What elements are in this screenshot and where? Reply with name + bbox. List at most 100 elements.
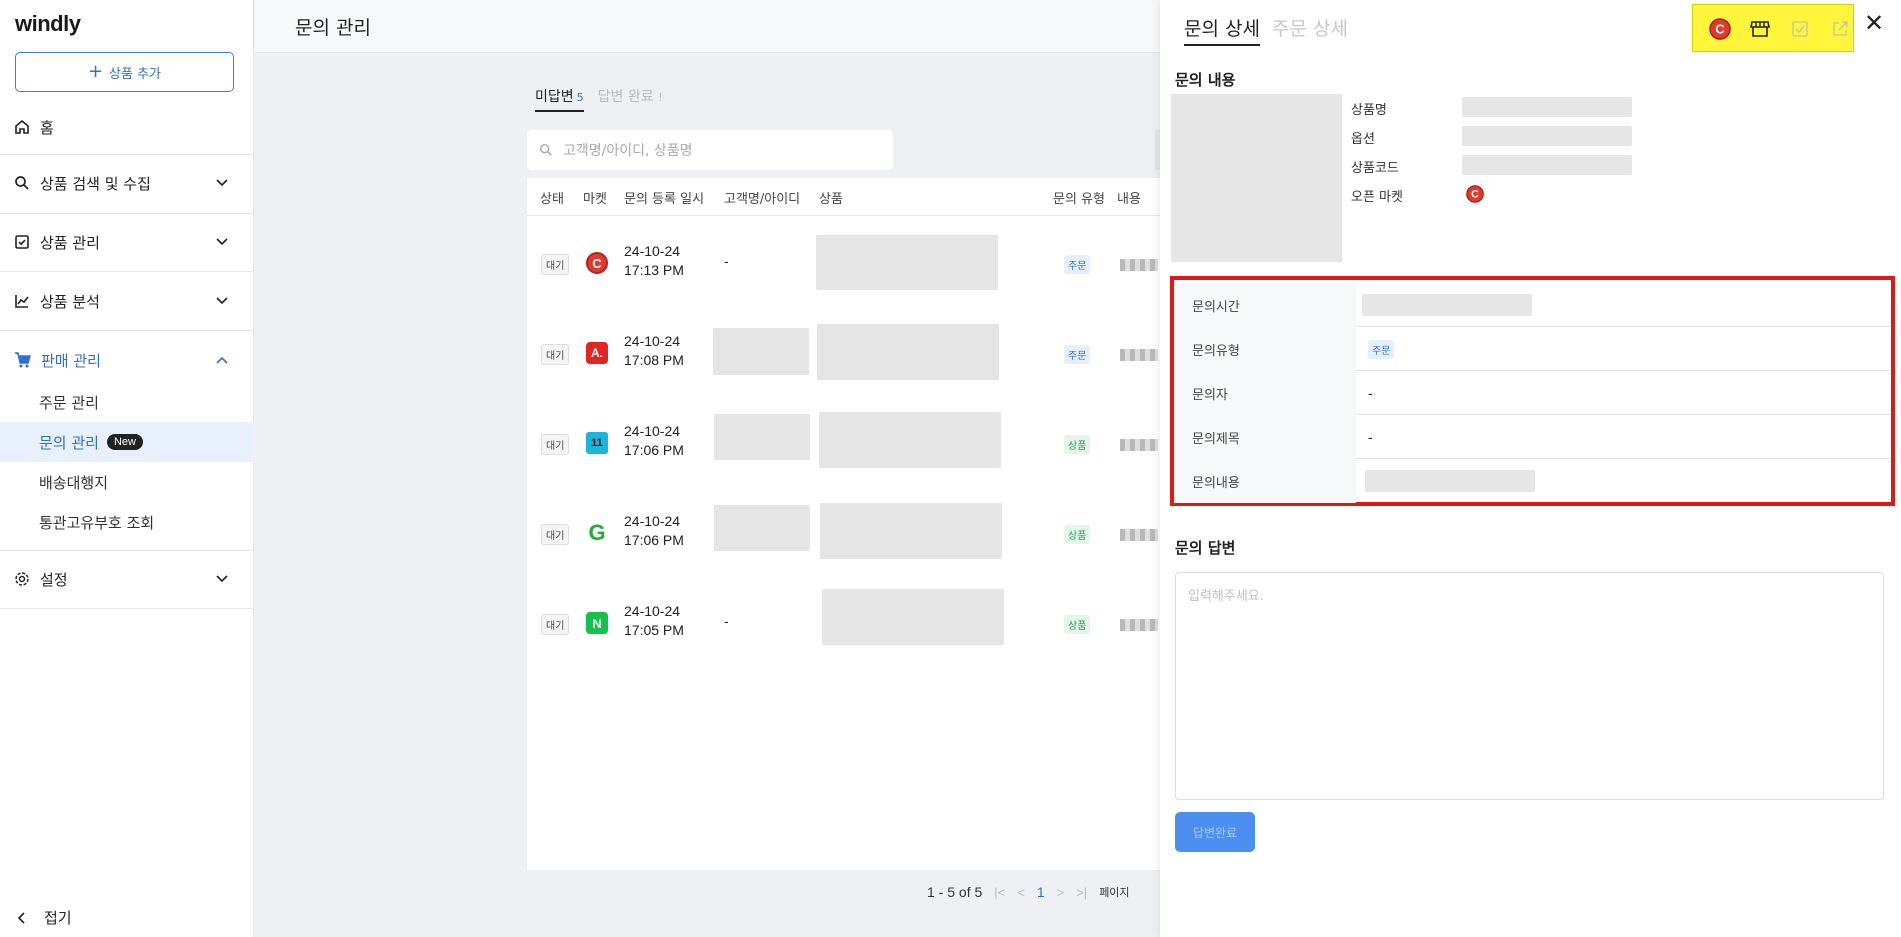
table-row[interactable]: 대기 11 24-10-24 17:06 PM 상품 — [527, 397, 1167, 487]
content-preview — [1120, 529, 1158, 541]
search-icon — [15, 176, 29, 190]
sidebar: windly + 상품 추가 홈 상품 검색 및 수집 상품 관리 상품 분석 … — [0, 0, 254, 937]
new-badge: New — [106, 434, 143, 450]
sidebar-item-inquiries[interactable]: 문의 관리 New — [0, 422, 254, 462]
status-badge: 대기 — [541, 614, 570, 635]
close-icon[interactable]: ✕ — [1864, 12, 1884, 36]
col-content: 내용 — [1117, 192, 1141, 207]
status-badge: 대기 — [541, 434, 570, 455]
tab-answered[interactable]: 답변 완료 ! — [598, 86, 663, 112]
market-auction-icon: A. — [586, 342, 608, 364]
prev-page-icon[interactable]: < — [1017, 885, 1025, 900]
nav-sales-label: 판매 관리 — [41, 351, 101, 370]
chart-line-icon — [15, 295, 29, 308]
market-naver-icon: N — [586, 612, 608, 634]
tab-unanswered-count: 5 — [576, 91, 584, 104]
tab-unanswered-label: 미답변 — [535, 89, 574, 105]
gear-icon — [15, 572, 29, 586]
customer-id — [713, 328, 809, 375]
nav-home[interactable]: 홈 — [0, 98, 254, 156]
tab-answered-label: 답변 완료 — [597, 89, 654, 105]
add-product-button[interactable]: + 상품 추가 — [15, 52, 234, 92]
col-market: 마켓 — [583, 192, 607, 207]
detail-value: - — [1368, 385, 1373, 401]
add-product-label: 상품 추가 — [109, 66, 162, 82]
sidebar-item-label: 배송대행지 — [39, 473, 109, 492]
last-page-icon[interactable]: >| — [1076, 885, 1087, 900]
collapse-button[interactable]: 접기 — [18, 907, 72, 928]
chevron-down-icon — [216, 297, 228, 305]
nav-product-manage[interactable]: 상품 관리 — [0, 213, 254, 271]
search-input[interactable]: 고객명/아이디, 상품명 — [527, 130, 893, 170]
answer-textarea[interactable]: 입력해주세요. — [1175, 572, 1884, 800]
submit-answer-button[interactable]: 답변완료 — [1175, 812, 1255, 852]
detail-panel: 문의 상세 주문 상세 C ✕ 문의 내용 상품명 옵션 상품코드 오픈 마켓 … — [1160, 0, 1901, 937]
inquiry-date: 24-10-24 17:06 PM — [624, 423, 684, 458]
customer-id: - — [724, 613, 729, 629]
option-value — [1462, 126, 1632, 146]
type-badge: 상품 — [1064, 525, 1091, 544]
table-row[interactable]: 대기 A. 24-10-24 17:08 PM 주문 — [527, 307, 1167, 397]
nav-product-analysis-label: 상품 분석 — [40, 292, 100, 311]
chevron-down-icon — [216, 575, 228, 583]
content-preview — [1120, 619, 1158, 631]
tab-inquiry-detail[interactable]: 문의 상세 — [1184, 14, 1260, 46]
first-page-icon[interactable]: |< — [994, 885, 1005, 900]
sidebar-item-shipping[interactable]: 배송대행지 — [0, 462, 254, 502]
product-name-value — [1462, 97, 1632, 117]
nav-search[interactable]: 상품 검색 및 수집 — [0, 154, 254, 212]
col-customer: 고객명/아이디 — [724, 192, 801, 207]
checkbox-icon[interactable] — [1788, 17, 1812, 41]
type-badge: 상품 — [1064, 435, 1091, 454]
type-badge: 주문 — [1368, 339, 1395, 359]
store-icon[interactable] — [1748, 17, 1772, 41]
inquiry-date: 24-10-24 17:13 PM — [624, 243, 684, 278]
section-inquiry-answer: 문의 답변 — [1175, 539, 1236, 557]
chevron-down-icon — [216, 179, 228, 187]
sidebar-item-label: 주문 관리 — [39, 393, 99, 412]
tab-unanswered[interactable]: 미답변 5 — [535, 86, 584, 112]
nav-sales[interactable]: 판매 관리 — [0, 331, 254, 389]
tab-order-detail[interactable]: 주문 상세 — [1272, 14, 1348, 41]
external-link-icon[interactable] — [1828, 17, 1852, 41]
detail-row-body: 문의내용 — [1174, 459, 1891, 503]
nav-product-analysis[interactable]: 상품 분석 — [0, 272, 254, 330]
nav-home-label: 홈 — [40, 118, 54, 137]
inquiry-tabs: 미답변 5 답변 완료 ! — [535, 86, 663, 112]
detail-row-asker: 문의자 - — [1174, 371, 1891, 415]
nav-settings[interactable]: 설정 — [0, 550, 254, 608]
detail-row-type: 문의유형 주문 — [1174, 327, 1891, 371]
page-size-select[interactable]: 페이지 — [1099, 884, 1129, 900]
chevron-down-icon — [216, 238, 228, 246]
detail-label: 문의시간 — [1174, 283, 1356, 327]
next-page-icon[interactable]: > — [1057, 885, 1065, 900]
product-thumb — [819, 412, 1001, 468]
nav-product-manage-label: 상품 관리 — [40, 233, 100, 252]
sidebar-item-customs[interactable]: 통관고유부호 조회 — [0, 502, 254, 542]
market-coupang-icon: C — [586, 252, 608, 274]
product-thumb — [816, 235, 998, 290]
detail-value: - — [1368, 429, 1373, 445]
sidebar-item-label: 통관고유부호 조회 — [39, 513, 155, 532]
status-badge: 대기 — [541, 254, 570, 275]
search-placeholder: 고객명/아이디, 상품명 — [563, 143, 693, 159]
chevron-left-icon — [18, 911, 25, 924]
table-row[interactable]: 대기 C 24-10-24 17:13 PM - 주문 — [527, 217, 1167, 307]
sidebar-item-label: 문의 관리 — [39, 433, 99, 452]
sidebar-item-orders[interactable]: 주문 관리 — [0, 382, 254, 422]
detail-value: 주문 — [1368, 327, 1395, 371]
detail-row-subject: 문의제목 - — [1174, 415, 1891, 459]
table-row[interactable]: 대기 N 24-10-24 17:05 PM - 상품 — [527, 577, 1167, 667]
svg-text:C: C — [1715, 22, 1725, 37]
product-code-value — [1462, 155, 1632, 175]
coupang-icon[interactable]: C — [1708, 17, 1732, 41]
detail-label: 문의유형 — [1174, 327, 1356, 371]
customer-id: - — [724, 253, 729, 269]
type-badge: 상품 — [1064, 615, 1091, 634]
nav-search-label: 상품 검색 및 수집 — [40, 174, 151, 193]
page-number[interactable]: 1 — [1037, 884, 1045, 900]
clipboard-check-icon — [15, 235, 29, 249]
inquiry-date: 24-10-24 17:05 PM — [624, 603, 684, 638]
detail-value — [1362, 283, 1532, 327]
table-row[interactable]: 대기 G 24-10-24 17:06 PM 상품 — [527, 487, 1167, 577]
